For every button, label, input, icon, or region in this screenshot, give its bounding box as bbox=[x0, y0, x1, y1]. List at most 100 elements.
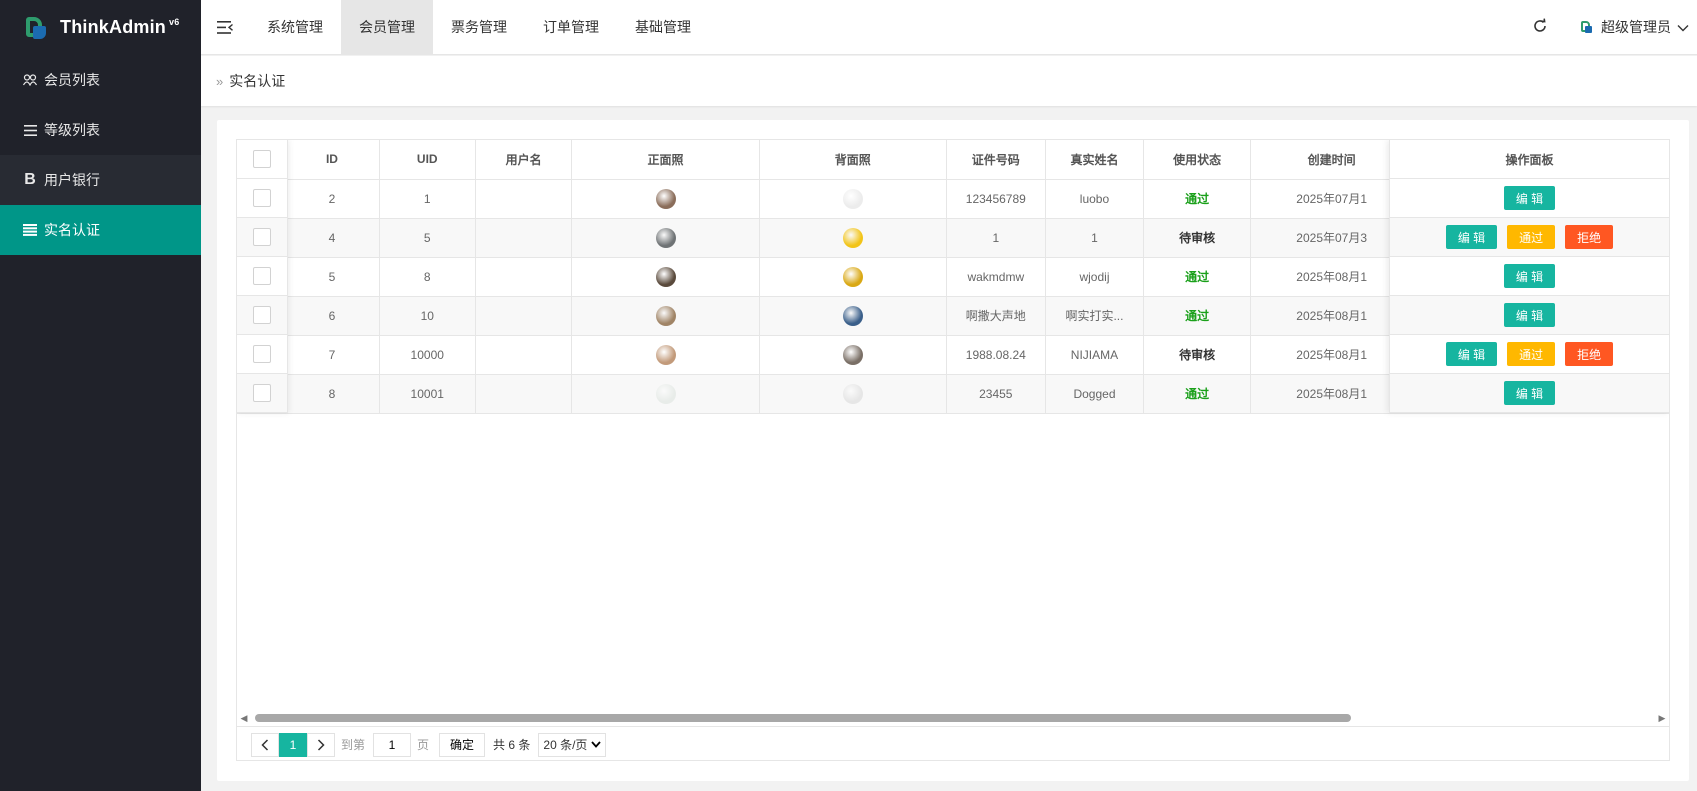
app-name: ThinkAdmin v6 bbox=[60, 17, 180, 37]
front-photo-thumbnail[interactable] bbox=[655, 305, 676, 326]
sidebar-item-member-list[interactable]: 会员列表 bbox=[0, 55, 201, 105]
reject-button[interactable]: 拒绝 bbox=[1565, 342, 1614, 366]
scroll-right-arrow-icon[interactable]: ▶ bbox=[1655, 710, 1669, 726]
per-page-select[interactable]: 20 条/页 bbox=[538, 732, 607, 757]
status-cell: 通过 bbox=[1143, 374, 1251, 414]
goto-confirm-button[interactable]: 确定 bbox=[439, 732, 486, 757]
front-photo-thumbnail[interactable] bbox=[655, 344, 676, 365]
chevron-right-icon bbox=[317, 738, 325, 751]
logo-icon bbox=[26, 16, 48, 39]
tab-ticket-admin[interactable]: 票务管理 bbox=[433, 0, 525, 54]
scroll-track[interactable] bbox=[251, 713, 1655, 723]
username-cell bbox=[475, 296, 573, 336]
back-photo-thumbnail[interactable] bbox=[842, 188, 863, 209]
row-checkbox[interactable] bbox=[253, 228, 271, 246]
back-photo-thumbnail[interactable] bbox=[842, 227, 863, 248]
sidebar-item-level-list[interactable]: 等级列表 bbox=[0, 105, 201, 155]
column-header: 正面照 bbox=[571, 140, 760, 180]
created-value: 2025年08月1 bbox=[1296, 270, 1368, 284]
idno-cell: 啊撒大声地 bbox=[946, 296, 1046, 336]
row-checkbox[interactable] bbox=[253, 384, 271, 402]
scroll-thumb[interactable] bbox=[255, 714, 1351, 722]
ops-cell: 编 辑 bbox=[1389, 179, 1669, 218]
idno-value: 1988.08.24 bbox=[965, 347, 1026, 362]
app-logo[interactable]: ThinkAdmin v6 bbox=[0, 0, 201, 55]
id-value: 5 bbox=[328, 269, 336, 284]
horizontal-scrollbar[interactable]: ◀ ▶ bbox=[237, 710, 1669, 726]
username-cell bbox=[475, 218, 573, 258]
chevron-down-icon bbox=[1677, 19, 1689, 35]
tab-basic-admin[interactable]: 基础管理 bbox=[617, 0, 709, 54]
username-cell bbox=[475, 335, 573, 375]
idno-value: 啊撒大声地 bbox=[965, 309, 1026, 323]
breadcrumb: » 实名认证 bbox=[201, 56, 1697, 106]
front-photo-thumbnail[interactable] bbox=[655, 188, 676, 209]
back-photo-thumbnail[interactable] bbox=[842, 383, 863, 404]
tab-member-admin[interactable]: 会员管理 bbox=[341, 0, 433, 54]
sidebar-item-realname-auth[interactable]: 实名认证 bbox=[0, 205, 201, 255]
edit-button[interactable]: 编 辑 bbox=[1503, 264, 1556, 288]
edit-button[interactable]: 编 辑 bbox=[1503, 381, 1556, 405]
select-all-checkbox[interactable] bbox=[253, 150, 271, 168]
sidebar-item-user-bank[interactable]: B 用户银行 bbox=[0, 155, 201, 205]
id-cell: 5 bbox=[284, 257, 380, 297]
uid-value: 10000 bbox=[410, 347, 444, 362]
id-value: 7 bbox=[328, 347, 336, 362]
tab-order-admin[interactable]: 订单管理 bbox=[525, 0, 617, 54]
back-photo-cell bbox=[759, 218, 947, 258]
content-card: ID UID 用户名 正面照 背面照 证件号码 真实姓名 使用状态 创建时间 2 1 1234567… bbox=[217, 120, 1689, 781]
total-count: 共 6 条 bbox=[493, 738, 531, 752]
row-checkbox[interactable] bbox=[253, 306, 271, 324]
sidebar: ThinkAdmin v6 会员列表 等级列表 B 用户银行 实名认证 bbox=[0, 0, 201, 791]
prev-page-button[interactable] bbox=[251, 732, 279, 757]
id-value: 2 bbox=[328, 191, 336, 206]
next-page-button[interactable] bbox=[307, 732, 335, 757]
name-value: 1 bbox=[1091, 230, 1098, 245]
approve-button[interactable]: 通过 bbox=[1507, 225, 1556, 249]
menu-toggle-button[interactable] bbox=[201, 0, 249, 54]
page-unit-label: 页 bbox=[417, 738, 430, 752]
front-photo-thumbnail[interactable] bbox=[655, 383, 676, 404]
row-checkbox[interactable] bbox=[253, 345, 271, 363]
uid-value: 8 bbox=[423, 269, 431, 284]
front-photo-cell bbox=[571, 335, 760, 375]
idno-cell: wakmdmw bbox=[946, 257, 1046, 297]
user-menu[interactable]: 超级管理员 bbox=[1565, 0, 1697, 55]
edit-button[interactable]: 编 辑 bbox=[1445, 225, 1498, 249]
name-value: 啊实打实... bbox=[1065, 309, 1124, 323]
created-value: 2025年07月3 bbox=[1296, 231, 1368, 245]
pagination: 1 到第 页 确定 共 6 条 20 条/页 bbox=[237, 726, 1669, 760]
status-cell: 通过 bbox=[1143, 179, 1251, 219]
row-checkbox-cell bbox=[237, 218, 288, 257]
row-checkbox[interactable] bbox=[253, 267, 271, 285]
edit-button[interactable]: 编 辑 bbox=[1445, 342, 1498, 366]
back-photo-thumbnail[interactable] bbox=[842, 266, 863, 287]
page-number-input[interactable] bbox=[373, 732, 412, 757]
status-value: 待审核 bbox=[1179, 348, 1216, 362]
row-checkbox[interactable] bbox=[253, 189, 271, 207]
back-photo-thumbnail[interactable] bbox=[842, 344, 863, 365]
front-photo-thumbnail[interactable] bbox=[655, 227, 676, 248]
page-1-button[interactable]: 1 bbox=[279, 732, 307, 757]
tab-system-admin[interactable]: 系统管理 bbox=[249, 0, 341, 54]
front-photo-cell bbox=[571, 179, 760, 219]
uid-cell: 10001 bbox=[379, 374, 476, 414]
fixed-checkbox-column bbox=[237, 140, 288, 413]
approve-button[interactable]: 通过 bbox=[1507, 342, 1556, 366]
sidebar-item-label: 等级列表 bbox=[44, 122, 100, 138]
ops-column-header: 操作面板 bbox=[1389, 140, 1669, 179]
name-cell: wjodij bbox=[1045, 257, 1145, 297]
idno-value: 1 bbox=[992, 230, 1000, 245]
users-icon bbox=[22, 74, 38, 86]
uid-cell: 8 bbox=[379, 257, 476, 297]
edit-button[interactable]: 编 辑 bbox=[1503, 186, 1556, 210]
scroll-left-arrow-icon[interactable]: ◀ bbox=[237, 710, 251, 726]
refresh-button[interactable] bbox=[1515, 0, 1565, 55]
refresh-icon bbox=[1532, 17, 1548, 37]
reject-button[interactable]: 拒绝 bbox=[1565, 225, 1614, 249]
back-photo-thumbnail[interactable] bbox=[842, 305, 863, 326]
edit-button[interactable]: 编 辑 bbox=[1503, 303, 1556, 327]
column-header: 证件号码 bbox=[946, 140, 1046, 180]
front-photo-thumbnail[interactable] bbox=[655, 266, 676, 287]
front-photo-cell bbox=[571, 218, 760, 258]
